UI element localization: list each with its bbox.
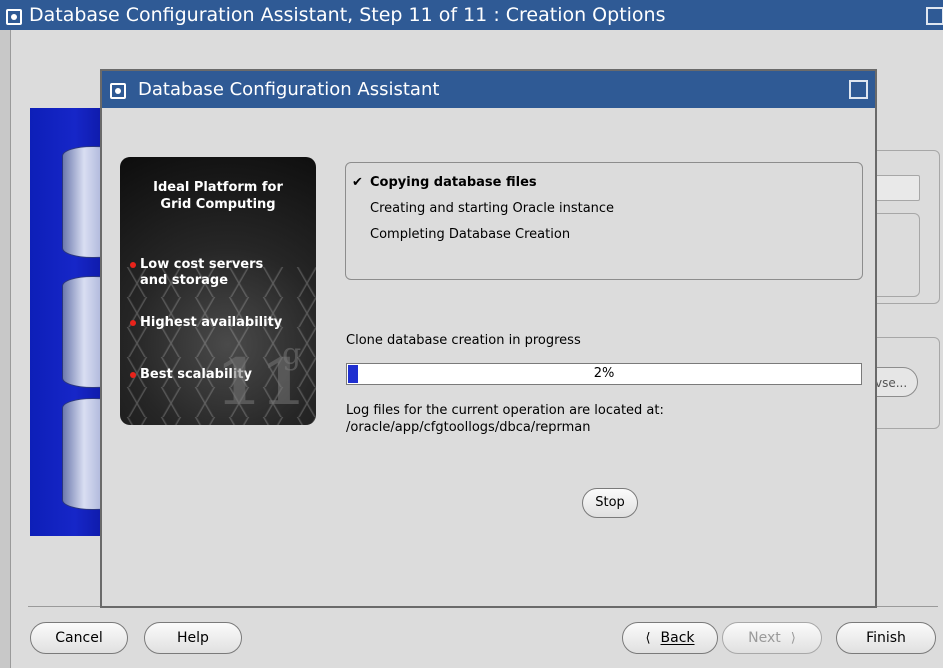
- step-completing-creation: Completing Database Creation: [370, 227, 571, 242]
- version-g-logo: g: [282, 337, 302, 372]
- promo-heading-line1: Ideal Platform for: [153, 180, 283, 195]
- progress-status-text: Clone database creation in progress: [346, 333, 581, 348]
- promo-bullet: Low cost servers and storage: [130, 257, 264, 289]
- log-location-path: /oracle/app/cfgtoollogs/dbca/reprman: [346, 420, 591, 435]
- bullet-line: Highest availability: [140, 315, 283, 330]
- step-starting-instance: Creating and starting Oracle instance: [370, 201, 615, 216]
- promo-bullet: Highest availability: [130, 315, 283, 331]
- window-title: Database Configuration Assistant, Step 1…: [29, 4, 666, 26]
- dialog-maximize-icon[interactable]: [849, 80, 868, 99]
- bullet-line: Low cost servers: [140, 257, 264, 272]
- help-button[interactable]: Help: [144, 622, 242, 654]
- maximize-icon[interactable]: [926, 7, 943, 25]
- next-arrow-icon: ⟩: [790, 631, 796, 646]
- cancel-button[interactable]: Cancel: [30, 622, 128, 654]
- oracle-promo-banner: Ideal Platform for Grid Computing Low co…: [120, 157, 316, 425]
- bullet-dot-icon: [130, 372, 136, 378]
- log-location-label: Log files for the current operation are …: [346, 403, 664, 418]
- back-button[interactable]: ⟨ Back: [622, 622, 718, 654]
- main-window-titlebar[interactable]: Database Configuration Assistant, Step 1…: [0, 0, 943, 30]
- bullet-dot-icon: [130, 262, 136, 268]
- bullet-line: and storage: [140, 273, 229, 288]
- dialog-menu-icon[interactable]: [110, 83, 126, 99]
- progress-dialog: Database Configuration Assistant Ideal P…: [100, 69, 877, 608]
- steps-list: ✔ Copying database files Creating and sta…: [345, 162, 863, 280]
- window-left-border: [0, 30, 11, 668]
- database-cylinder-icon: [62, 146, 105, 258]
- promo-heading-line2: Grid Computing: [160, 197, 276, 212]
- next-button[interactable]: Next ⟩: [722, 622, 822, 654]
- promo-heading: Ideal Platform for Grid Computing: [120, 179, 316, 213]
- dialog-title: Database Configuration Assistant: [138, 79, 440, 100]
- finish-button[interactable]: Finish: [836, 622, 936, 654]
- dialog-titlebar[interactable]: Database Configuration Assistant: [102, 71, 875, 108]
- database-cylinder-icon: [62, 276, 105, 388]
- back-label: Back: [660, 630, 695, 646]
- step-label: Copying database files: [370, 175, 537, 190]
- window-menu-icon[interactable]: [6, 9, 22, 25]
- progress-percent: 2%: [593, 366, 615, 381]
- bullet-dot-icon: [130, 320, 136, 326]
- database-cylinder-icon: [62, 398, 105, 510]
- next-label: Next: [748, 630, 781, 646]
- step-copying-files: ✔ Copying database files: [352, 175, 537, 190]
- checkmark-icon: ✔: [352, 175, 363, 190]
- log-location: Log files for the current operation are …: [346, 402, 664, 436]
- back-arrow-icon: ⟨: [645, 631, 651, 646]
- progress-bar: 2%: [346, 363, 862, 385]
- stop-button[interactable]: Stop: [582, 488, 638, 518]
- database-illustration: [30, 108, 105, 536]
